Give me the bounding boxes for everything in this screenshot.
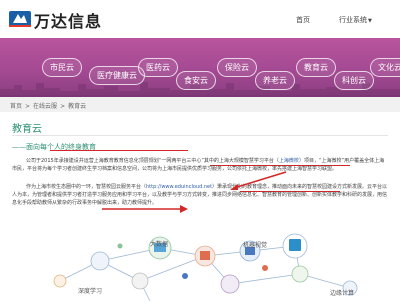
breadcrumb-home[interactable]: 首页 xyxy=(10,103,22,110)
cloud-tag-medical[interactable]: 医疗健康云 xyxy=(89,66,145,85)
diagram-label-machine-vision: 机器视觉 xyxy=(243,242,268,249)
platform-text-prefix: 作为上海市校生态圈中的一环，智慧校园云服务平台（ xyxy=(26,184,147,190)
breadcrumb-separator: > xyxy=(60,103,66,110)
annotation-underline xyxy=(118,150,188,151)
intro-text-prefix: 公司于2015年承接建设并运营上海教育教育信息化顶层规划“一网两平台三中心”其中… xyxy=(26,158,279,164)
nav-home-link[interactable]: 首页 xyxy=(296,15,310,25)
page-title: 教育云 xyxy=(12,124,42,135)
hero-banner: 市民云 医疗健康云 医药云 食安云 保险云 养老云 教育云 科创云 文化云 xyxy=(0,38,400,95)
intro-paragraph: 公司于2015年承接建设并运营上海教育教育信息化顶层规划“一网两平台三中心”其中… xyxy=(12,157,388,173)
breadcrumb-current: 教育云 xyxy=(68,103,87,110)
cloud-tag-culture[interactable]: 文化云 xyxy=(370,58,400,77)
nav-industry-menu[interactable]: 行业系统▼ xyxy=(339,15,372,25)
breadcrumb-online-cloud[interactable]: 在线云服 xyxy=(33,103,57,110)
eduincloud-link[interactable]: http://www.eduincloud.net xyxy=(146,184,212,190)
platform-paragraph: 作为上海市校生态圈中的一环，智慧校园云服务平台（http://www.eduin… xyxy=(12,183,388,207)
cloud-tag-citizen[interactable]: 市民云 xyxy=(42,58,82,77)
nav-industry-label: 行业系统 xyxy=(339,16,367,24)
diagram-label-deep-learning: 深度学习 xyxy=(78,288,103,295)
cloud-tag-insurance[interactable]: 保险云 xyxy=(217,58,257,77)
annotation-underline xyxy=(50,150,120,151)
weixiao-link[interactable]: 上海微校 xyxy=(279,158,299,164)
cloud-tag-education[interactable]: 教育云 xyxy=(296,58,336,77)
cloud-tag-food-safety[interactable]: 食安云 xyxy=(176,71,216,90)
breadcrumb: 首页 > 在线云服 > 教育云 xyxy=(0,97,400,112)
chevron-down-icon: ▼ xyxy=(368,18,372,24)
diagram-label-edge-computing: 边缘计算 xyxy=(330,290,355,297)
company-logo-icon[interactable] xyxy=(9,9,31,29)
top-header: 万达信息 首页 行业系统▼ xyxy=(0,0,400,38)
company-logo-text[interactable]: 万达信息 xyxy=(34,8,102,32)
annotation-arrow-icon xyxy=(230,171,287,190)
cloud-tag-pharma[interactable]: 医药云 xyxy=(138,58,178,77)
title-divider xyxy=(12,135,388,136)
cloud-tag-science[interactable]: 科创云 xyxy=(334,71,374,90)
annotation-arrow-icon xyxy=(102,205,188,213)
breadcrumb-separator: > xyxy=(25,103,31,110)
cloud-tag-elderly[interactable]: 养老云 xyxy=(255,71,295,90)
diagram-label-big-data: 大数据 xyxy=(150,241,169,248)
